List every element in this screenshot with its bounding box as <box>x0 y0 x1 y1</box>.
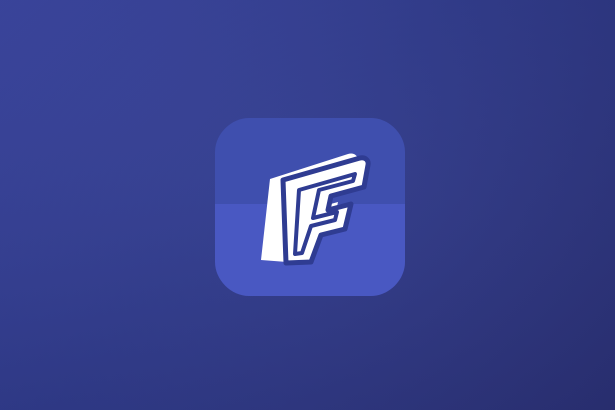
home-screen <box>0 0 615 410</box>
app-icon-f[interactable] <box>215 118 405 296</box>
f-logo-icon <box>215 118 405 296</box>
